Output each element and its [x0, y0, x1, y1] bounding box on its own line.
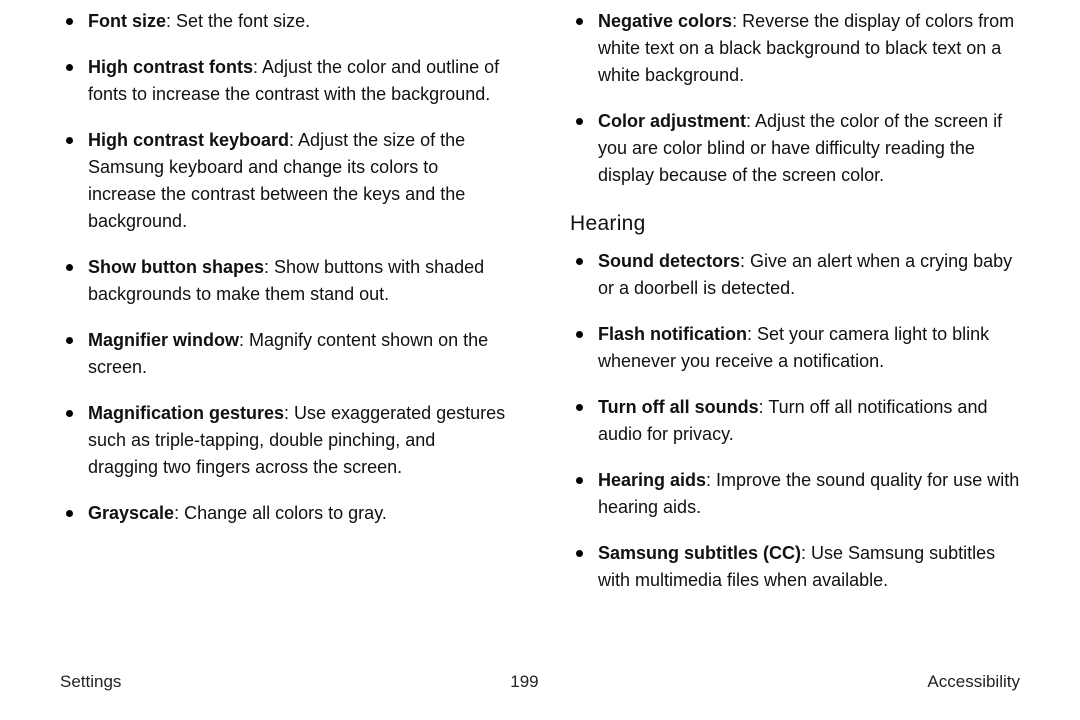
list-item: High contrast keyboard: Adjust the size …	[60, 127, 510, 235]
list-item: Color adjustment: Adjust the color of th…	[570, 108, 1020, 189]
item-term: Flash notification	[598, 324, 747, 344]
item-term: Magnification gestures	[88, 403, 284, 423]
columns-wrapper: Font size: Set the font size. High contr…	[60, 8, 1020, 618]
left-column: Font size: Set the font size. High contr…	[60, 8, 510, 618]
list-item: Magnifier window: Magnify content shown …	[60, 327, 510, 381]
item-term: Font size	[88, 11, 166, 31]
list-item: Font size: Set the font size.	[60, 8, 510, 35]
footer-page-number: 199	[510, 672, 538, 692]
footer-right: Accessibility	[927, 672, 1020, 692]
item-term: High contrast keyboard	[88, 130, 289, 150]
item-term: Show button shapes	[88, 257, 264, 277]
footer-left: Settings	[60, 672, 121, 692]
list-item: Hearing aids: Improve the sound quality …	[570, 467, 1020, 521]
list-item: Grayscale: Change all colors to gray.	[60, 500, 510, 527]
list-item: Turn off all sounds: Turn off all notifi…	[570, 394, 1020, 448]
item-term: Magnifier window	[88, 330, 239, 350]
page-container: Font size: Set the font size. High contr…	[0, 0, 1080, 720]
list-item: Magnification gestures: Use exaggerated …	[60, 400, 510, 481]
right-column: Negative colors: Reverse the display of …	[570, 8, 1020, 618]
hearing-list: Sound detectors: Give an alert when a cr…	[570, 248, 1020, 594]
hearing-heading: Hearing	[570, 208, 1020, 240]
list-item: Sound detectors: Give an alert when a cr…	[570, 248, 1020, 302]
list-item: Flash notification: Set your camera ligh…	[570, 321, 1020, 375]
item-desc: : Change all colors to gray.	[174, 503, 387, 523]
item-desc: : Set the font size.	[166, 11, 310, 31]
item-term: Negative colors	[598, 11, 732, 31]
list-item: High contrast fonts: Adjust the color an…	[60, 54, 510, 108]
item-term: Sound detectors	[598, 251, 740, 271]
item-term: Hearing aids	[598, 470, 706, 490]
page-footer: Settings 199 Accessibility	[60, 672, 1020, 692]
item-term: Turn off all sounds	[598, 397, 759, 417]
left-list: Font size: Set the font size. High contr…	[60, 8, 510, 527]
right-top-list: Negative colors: Reverse the display of …	[570, 8, 1020, 189]
item-term: High contrast fonts	[88, 57, 253, 77]
item-term: Color adjustment	[598, 111, 746, 131]
list-item: Negative colors: Reverse the display of …	[570, 8, 1020, 89]
item-term: Grayscale	[88, 503, 174, 523]
list-item: Show button shapes: Show buttons with sh…	[60, 254, 510, 308]
item-term: Samsung subtitles (CC)	[598, 543, 801, 563]
list-item: Samsung subtitles (CC): Use Samsung subt…	[570, 540, 1020, 594]
